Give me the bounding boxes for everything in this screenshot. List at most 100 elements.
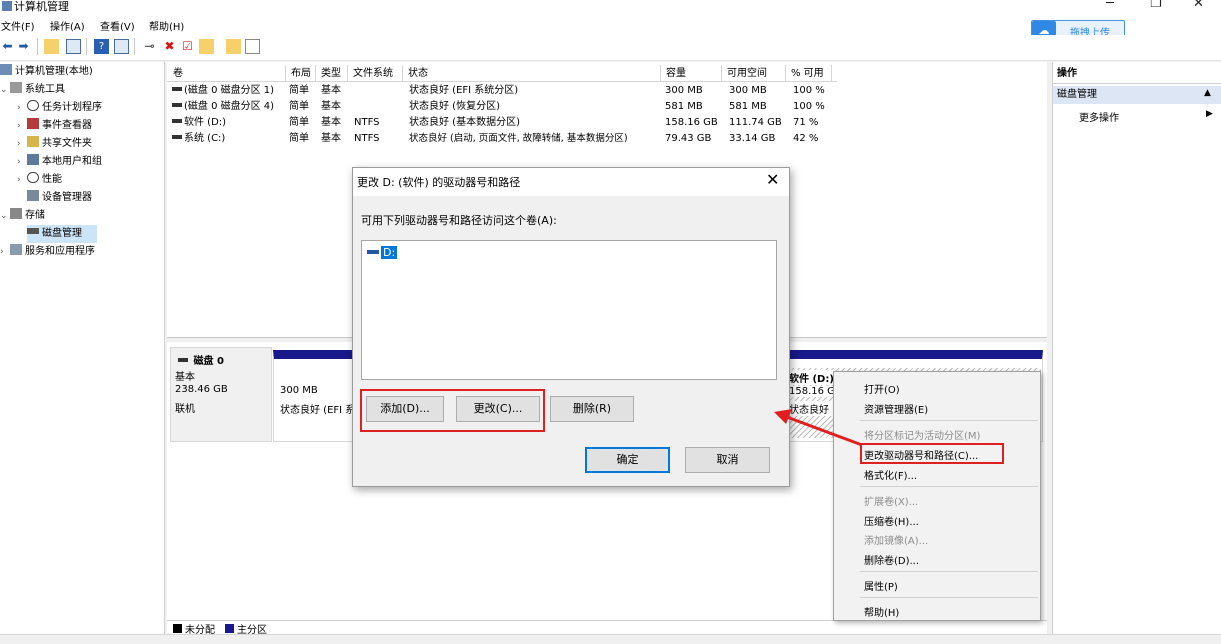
menu-properties[interactable]: 属性(P) — [864, 578, 898, 593]
more-actions[interactable]: 更多操作 — [1079, 109, 1119, 124]
remove-button[interactable]: 删除(R) — [550, 396, 634, 422]
col-layout[interactable]: 布局 — [286, 65, 316, 82]
menu-help[interactable]: 帮助(H) — [864, 604, 899, 619]
cell-type: 基本 — [321, 101, 341, 112]
tree-item-local-users[interactable]: › 本地用户和组 — [17, 153, 102, 171]
tree-item-disk-management[interactable]: 磁盘管理 — [27, 225, 97, 243]
table-row[interactable]: (磁盘 0 磁盘分区 1) — [172, 83, 274, 99]
tree-label: 事件查看器 — [42, 120, 92, 131]
arrow-annotation — [774, 409, 863, 447]
ok-button[interactable]: 确定 — [585, 447, 670, 473]
volume-name: 软件 (D:) — [184, 117, 227, 128]
forward-icon[interactable]: ➡ — [16, 39, 31, 54]
connect-icon[interactable]: ⊸ — [142, 39, 157, 54]
col-type[interactable]: 类型 — [316, 65, 348, 82]
menu-explorer[interactable]: 资源管理器(E) — [864, 401, 928, 416]
back-icon[interactable]: ⬅ — [0, 39, 15, 54]
dialog-description: 可用下列驱动器号和路径访问这个卷(A): — [361, 214, 557, 227]
cancel-button[interactable]: 取消 — [685, 447, 770, 473]
computer-icon — [0, 64, 12, 75]
col-status[interactable]: 状态 — [403, 65, 661, 82]
disk-name-text: 磁盘 0 — [193, 356, 224, 367]
chevron-right-icon[interactable]: › — [0, 243, 10, 261]
dialog-title: 更改 D: (软件) 的驱动器号和路径 — [357, 176, 521, 189]
chevron-down-icon[interactable]: ⌄ — [0, 207, 10, 225]
tree-item-task-scheduler[interactable]: › 任务计划程序 — [17, 99, 102, 117]
menu-format[interactable]: 格式化(F)... — [864, 467, 917, 482]
tree-item-event-viewer[interactable]: › 事件查看器 — [17, 117, 92, 135]
col-volume[interactable]: 卷 — [168, 65, 286, 82]
disk-status: 联机 — [175, 404, 195, 415]
minimize-button[interactable]: ─ — [1106, 0, 1114, 11]
check-icon[interactable]: ☑ — [180, 39, 195, 54]
tree-item-system-tools[interactable]: ⌄ 系统工具 — [0, 81, 65, 99]
menu-shrink[interactable]: 压缩卷(H)... — [864, 513, 919, 528]
show-tree-icon[interactable] — [66, 39, 81, 54]
tree-item-services[interactable]: › 服务和应用程序 — [0, 243, 95, 261]
change-button[interactable]: 更改(C)... — [456, 396, 540, 422]
maximize-button[interactable]: ❐ — [1150, 0, 1162, 11]
menu-change-drive-letter[interactable]: 更改驱动器号和路径(C)... — [864, 447, 978, 462]
partition-software-size: 158.16 G — [789, 386, 833, 397]
menu-action[interactable]: 操作(A) — [50, 18, 85, 33]
actions-pane — [1052, 62, 1221, 634]
menu-open[interactable]: 打开(O) — [864, 381, 900, 396]
device-icon — [27, 190, 39, 201]
menu-help[interactable]: 帮助(H) — [149, 18, 184, 33]
col-percent[interactable]: % 可用 — [786, 65, 832, 82]
partition-efi[interactable] — [273, 350, 355, 442]
dialog-close-icon[interactable]: ✕ — [766, 170, 779, 189]
menu-delete[interactable]: 删除卷(D)... — [864, 552, 919, 567]
table-row[interactable]: 软件 (D:) — [172, 115, 226, 131]
cell-filesystem: NTFS — [354, 117, 380, 128]
tree-item-root[interactable]: 计算机管理(本地) — [0, 63, 93, 81]
chevron-right-icon[interactable]: › — [17, 171, 27, 189]
properties-icon[interactable] — [245, 39, 260, 54]
partition-software-name: 软件 (D:) — [789, 370, 833, 385]
menu-file[interactable]: 文件(F) — [1, 18, 35, 33]
table-row[interactable]: 系统 (C:) — [172, 131, 225, 147]
performance-icon — [27, 172, 39, 183]
menu-mark-active: 将分区标记为活动分区(M) — [864, 431, 981, 442]
up-folder-icon[interactable] — [44, 39, 59, 54]
collapse-icon[interactable]: ▲ — [1204, 88, 1211, 98]
col-capacity[interactable]: 容量 — [661, 65, 722, 82]
close-button[interactable]: ✕ — [1193, 0, 1204, 11]
menu-view[interactable]: 查看(V) — [100, 18, 135, 33]
table-row[interactable]: (磁盘 0 磁盘分区 4) — [172, 99, 274, 115]
tree-item-performance[interactable]: › 性能 — [17, 171, 62, 189]
chevron-down-icon[interactable]: ⌄ — [0, 81, 10, 99]
chevron-right-icon[interactable]: › — [17, 117, 27, 135]
tree-label: 本地用户和组 — [42, 156, 102, 167]
menu-separator — [860, 571, 1038, 572]
toolbar-separator — [134, 38, 135, 55]
delete-icon[interactable]: ✖ — [162, 39, 177, 54]
help-icon[interactable]: ? — [94, 39, 109, 54]
drive-icon — [367, 250, 379, 254]
menu-separator — [860, 486, 1038, 487]
services-icon — [10, 244, 22, 255]
col-filesystem[interactable]: 文件系统 — [348, 65, 403, 82]
console-icon[interactable] — [114, 39, 129, 54]
users-icon — [27, 154, 39, 165]
cell-status: 状态良好 (恢复分区) — [409, 101, 500, 112]
menu-separator — [860, 597, 1038, 598]
tree-item-shared-folders[interactable]: › 共享文件夹 — [17, 135, 92, 153]
drive-path-item[interactable]: D: — [367, 246, 398, 262]
open-icon[interactable] — [199, 39, 214, 54]
add-button[interactable]: 添加(D)... — [366, 396, 444, 422]
tree-label: 存储 — [25, 210, 45, 221]
unallocated-swatch — [173, 624, 182, 633]
chevron-right-icon[interactable]: › — [17, 99, 27, 117]
chevron-right-icon[interactable]: › — [17, 135, 27, 153]
drive-path-list[interactable] — [361, 240, 777, 380]
cell-free: 300 MB — [729, 85, 767, 96]
actions-section-disk[interactable]: 磁盘管理 — [1053, 86, 1221, 104]
chevron-right-icon[interactable]: › — [17, 153, 27, 171]
tree-item-storage[interactable]: ⌄ 存储 — [0, 207, 45, 225]
search-folder-icon[interactable] — [226, 39, 241, 54]
cell-type: 基本 — [321, 133, 341, 144]
tree-item-device-manager[interactable]: 设备管理器 — [27, 189, 92, 207]
col-free[interactable]: 可用空间 — [722, 65, 786, 82]
volume-name: (磁盘 0 磁盘分区 4) — [184, 101, 275, 112]
